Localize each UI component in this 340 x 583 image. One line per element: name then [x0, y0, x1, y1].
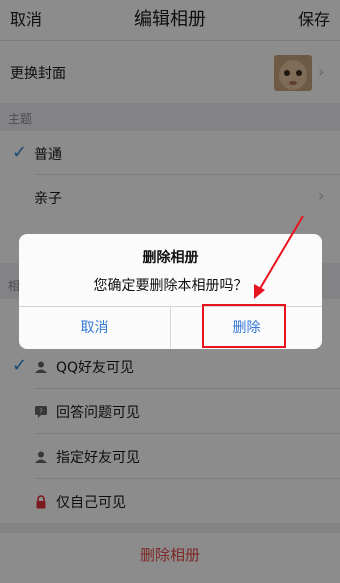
annotation-arrow-icon [254, 215, 304, 299]
